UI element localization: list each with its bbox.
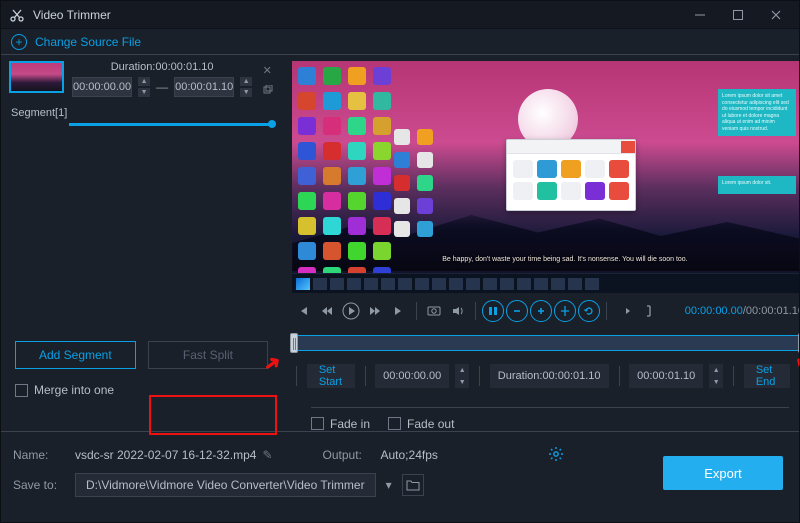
player-controls: 00:00:00.00/00:00:01.10 (292, 297, 800, 325)
dash-separator: — (156, 80, 168, 94)
fade-out-label: Fade out (407, 417, 454, 431)
zoom-out-button[interactable] (506, 300, 528, 322)
set-end-button[interactable]: Set End (744, 364, 790, 388)
export-button[interactable]: Export (663, 456, 783, 490)
segment-side-buttons: ✕ (260, 61, 274, 97)
preview-taskbar (292, 273, 800, 293)
plus-circle-icon: + (11, 34, 27, 50)
fade-in-checkbox[interactable]: Fade in (311, 417, 370, 431)
sticky-note: Lorem ipsum dolor sit amet consectetur a… (718, 89, 796, 136)
checkbox-icon (15, 384, 28, 397)
segment-time-pair: 00:00:00.00 ▲▼ — 00:00:01.10 ▲▼ (72, 77, 252, 97)
change-source-label: Change Source File (35, 35, 141, 49)
mode-a-button[interactable] (482, 300, 504, 322)
left-buttons: Add Segment Fast Split (1, 333, 282, 377)
merge-checkbox[interactable]: Merge into one (15, 383, 268, 397)
trim-start-input[interactable]: 00:00:00.00 (375, 364, 449, 388)
segment-copy-icon[interactable] (260, 83, 274, 97)
trim-handle-left[interactable] (290, 333, 298, 353)
main-area: Duration:00:00:01.10 00:00:00.00 ▲▼ — 00… (1, 55, 799, 397)
output-value: Auto;24fps (381, 448, 438, 462)
trim-start-stepper[interactable]: ▲▼ (455, 364, 469, 388)
name-label: Name: (13, 448, 65, 462)
file-name: vsdc-sr 2022-02-07 16-12-32.mp4 ✎ (75, 448, 273, 462)
segment-row[interactable]: Duration:00:00:01.10 00:00:00.00 ▲▼ — 00… (1, 55, 282, 103)
segment-progress[interactable] (69, 123, 272, 126)
merge-label: Merge into one (34, 383, 114, 397)
checkbox-icon (311, 417, 324, 430)
trim-inputs-row: Set Start 00:00:00.00 ▲▼ Duration:00:00:… (292, 363, 800, 389)
edit-name-icon[interactable]: ✎ (262, 448, 272, 462)
add-segment-button[interactable]: Add Segment (15, 341, 136, 369)
segment-controls: Duration:00:00:01.10 00:00:00.00 ▲▼ — 00… (72, 61, 252, 97)
change-source-row[interactable]: + Change Source File (1, 29, 799, 55)
video-preview[interactable]: Lorem ipsum dolor sit amet consectetur a… (292, 61, 800, 293)
scissors-icon (9, 7, 25, 23)
save-path-input[interactable]: D:\Vidmore\Vidmore Video Converter\Video… (75, 473, 376, 497)
undo-button[interactable] (578, 300, 600, 322)
desktop-icons (298, 67, 393, 287)
minimize-button[interactable] (685, 5, 715, 25)
path-dropdown-icon[interactable]: ▾ (386, 478, 392, 492)
titlebar: Video Trimmer (1, 1, 799, 29)
preview-popup (506, 139, 636, 211)
bracket-end-button[interactable] (637, 300, 659, 322)
close-button[interactable] (761, 5, 791, 25)
segment-end-input[interactable]: 00:00:01.10 (174, 77, 234, 97)
prev-mark-button[interactable] (292, 300, 314, 322)
fade-row: Fade in Fade out (311, 407, 789, 431)
save-label: Save to: (13, 478, 65, 492)
window-title: Video Trimmer (33, 8, 677, 22)
snapshot-button[interactable] (423, 300, 445, 322)
split-button[interactable] (554, 300, 576, 322)
segment-start-input[interactable]: 00:00:00.00 (72, 77, 132, 97)
fast-split-button[interactable]: Fast Split (148, 341, 269, 369)
play-button[interactable] (340, 300, 362, 322)
segment-label: Segment[1] (1, 103, 282, 119)
fade-in-label: Fade in (330, 417, 370, 431)
zoom-in-button[interactable] (530, 300, 552, 322)
trim-duration: Duration:00:00:01.10 (490, 364, 609, 388)
next-mark-button[interactable] (388, 300, 410, 322)
trim-end-input[interactable]: 00:00:01.10 (629, 364, 703, 388)
player-time: 00:00:00.00/00:00:01.10 (685, 305, 800, 317)
app-window: Video Trimmer + Change Source File Durat… (0, 0, 800, 523)
wallpaper-caption: Be happy, don't waste your time being sa… (442, 256, 687, 263)
open-folder-button[interactable] (402, 474, 424, 496)
trim-end-stepper[interactable]: ▲▼ (709, 364, 723, 388)
output-label: Output: (323, 448, 371, 462)
preview-panel: Lorem ipsum dolor sit amet consectetur a… (282, 55, 800, 397)
segment-remove-icon[interactable]: ✕ (260, 63, 274, 77)
step-fwd-button[interactable] (364, 300, 386, 322)
sticky-note-2: Lorem ipsum dolor sit. (718, 176, 796, 194)
checkbox-icon (388, 417, 401, 430)
bracket-start-button[interactable] (613, 300, 635, 322)
segment-thumbnail[interactable] (9, 61, 64, 93)
volume-button[interactable] (447, 300, 469, 322)
segment-start-stepper[interactable]: ▲▼ (138, 77, 150, 97)
maximize-button[interactable] (723, 5, 753, 25)
settings-gear-icon[interactable] (548, 446, 564, 465)
trim-slider[interactable] (292, 331, 800, 355)
step-back-button[interactable] (316, 300, 338, 322)
segment-duration: Duration:00:00:01.10 (72, 61, 252, 73)
fade-out-checkbox[interactable]: Fade out (388, 417, 454, 431)
segment-end-stepper[interactable]: ▲▼ (240, 77, 252, 97)
set-start-button[interactable]: Set Start (307, 364, 355, 388)
segments-panel: Duration:00:00:01.10 00:00:00.00 ▲▼ — 00… (1, 55, 282, 397)
